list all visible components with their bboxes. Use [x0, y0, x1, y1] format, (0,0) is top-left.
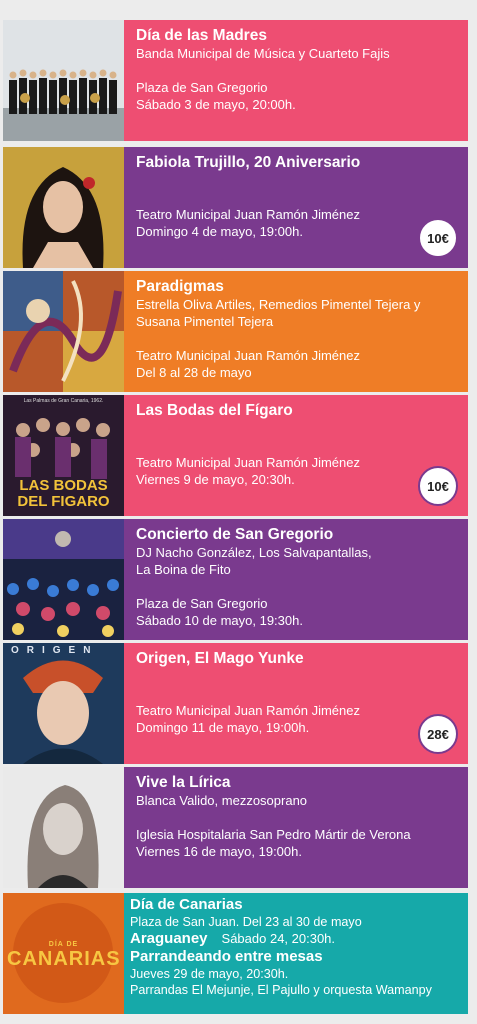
- event-line: La Boina de Fito: [136, 562, 231, 577]
- event-info: Paradigmas Estrella Oliva Artiles, Remed…: [124, 271, 468, 392]
- event-line: Parrandas El Mejunje, El Pajullo y orque…: [130, 983, 432, 997]
- event-venue: Plaza de San Gregorio: [136, 596, 268, 611]
- event-card-vive-lirica[interactable]: Vive la Lírica Blanca Valido, mezzosopra…: [3, 767, 468, 888]
- event-title: Vive la Lírica: [136, 774, 231, 791]
- poster-title: DÍA DE CANARIAS: [7, 941, 121, 970]
- event-title: Parrandeando entre mesas: [130, 948, 323, 965]
- event-title: Araguaney: [130, 930, 208, 947]
- abstract-painting: [3, 271, 124, 392]
- event-title: Día de las Madres: [136, 27, 267, 44]
- event-card-origen[interactable]: ORIGEN Origen, El Mago Yunke Teatro Muni…: [3, 643, 468, 764]
- price-badge: 10€: [418, 218, 458, 258]
- event-date: Sábado 3 de mayo, 20:00h.: [136, 97, 296, 112]
- event-card-paradigmas[interactable]: Paradigmas Estrella Oliva Artiles, Remed…: [3, 271, 468, 392]
- poster-title: ORIGEN: [11, 645, 99, 656]
- event-card-fabiola[interactable]: Fabiola Trujillo, 20 Aniversario Teatro …: [3, 147, 468, 268]
- event-info: Las Bodas del Fígaro Teatro Municipal Ju…: [124, 395, 468, 516]
- crowd-photo: [3, 519, 124, 640]
- event-info: Día de las Madres Banda Municipal de Mús…: [124, 20, 468, 141]
- poster-title: LAS BODAS DEL FIGARO: [17, 477, 110, 510]
- event-title: Concierto de San Gregorio: [136, 526, 334, 543]
- event-venue: Plaza de San Gregorio: [136, 80, 268, 95]
- event-title: Paradigmas: [136, 278, 224, 295]
- soprano-portrait: [3, 767, 124, 888]
- event-card-concierto-san-gregorio[interactable]: Concierto de San Gregorio DJ Nacho Gonzá…: [3, 519, 468, 640]
- event-card-dia-madres[interactable]: Día de las Madres Banda Municipal de Mús…: [3, 20, 468, 141]
- event-title: Origen, El Mago Yunke: [136, 650, 304, 667]
- event-line: Blanca Valido, mezzosoprano: [136, 793, 308, 808]
- bodas-figaro-poster: Las Palmas de Gran Canaria, 1962. LAS BO…: [3, 395, 124, 516]
- event-line: Susana Pimentel Tejera: [136, 314, 274, 329]
- price-badge: 10€: [418, 466, 458, 506]
- event-card-bodas-figaro[interactable]: Las Palmas de Gran Canaria, 1962. LAS BO…: [3, 395, 468, 516]
- event-venue: Teatro Municipal Juan Ramón Jiménez: [136, 207, 360, 222]
- canarias-info: Día de Canarias Plaza de San Juan. Del 2…: [124, 893, 468, 1014]
- event-line: DJ Nacho González, Los Salvapantallas,: [136, 545, 372, 560]
- poster-caption: Las Palmas de Gran Canaria, 1962.: [23, 398, 104, 404]
- event-title: Las Bodas del Fígaro: [136, 402, 293, 419]
- event-title: Día de Canarias: [130, 896, 243, 913]
- event-info: Concierto de San Gregorio DJ Nacho Gonzá…: [124, 519, 468, 640]
- band-photo: [3, 20, 124, 141]
- event-venue: Iglesia Hospitalaria San Pedro Mártir de…: [136, 827, 411, 842]
- singer-portrait: [3, 147, 124, 268]
- event-card-dia-canarias[interactable]: DÍA DE CANARIAS Día de Canarias Plaza de…: [3, 893, 468, 1014]
- event-date: Sábado 10 de mayo, 19:30h.: [136, 613, 303, 628]
- canarias-poster: DÍA DE CANARIAS: [3, 893, 124, 1014]
- event-info: Vive la Lírica Blanca Valido, mezzosopra…: [124, 767, 468, 888]
- event-date: Domingo 11 de mayo, 19:00h.: [136, 720, 310, 735]
- event-date: Viernes 16 de mayo, 19:00h.: [136, 844, 302, 859]
- event-info: Origen, El Mago Yunke Teatro Municipal J…: [124, 643, 468, 764]
- event-line: Estrella Oliva Artiles, Remedios Pimente…: [136, 297, 421, 312]
- price-badge: 28€: [418, 714, 458, 754]
- event-line: Banda Municipal de Música y Cuarteto Faj…: [136, 46, 390, 61]
- event-date: Viernes 9 de mayo, 20:30h.: [136, 472, 295, 487]
- event-date: Jueves 29 de mayo, 20:30h.: [130, 967, 289, 981]
- origen-poster: ORIGEN: [3, 643, 124, 764]
- event-info: Fabiola Trujillo, 20 Aniversario Teatro …: [124, 147, 468, 268]
- event-title: Fabiola Trujillo, 20 Aniversario: [136, 154, 361, 171]
- event-line: Plaza de San Juan. Del 23 al 30 de mayo: [130, 915, 362, 929]
- event-date: Sábado 24, 20:30h.: [221, 931, 336, 946]
- event-venue: Teatro Municipal Juan Ramón Jiménez: [136, 455, 360, 470]
- event-venue: Teatro Municipal Juan Ramón Jiménez: [136, 348, 360, 363]
- event-date: Del 8 al 28 de mayo: [136, 365, 252, 380]
- event-venue: Teatro Municipal Juan Ramón Jiménez: [136, 703, 360, 718]
- event-date: Domingo 4 de mayo, 19:00h.: [136, 224, 303, 239]
